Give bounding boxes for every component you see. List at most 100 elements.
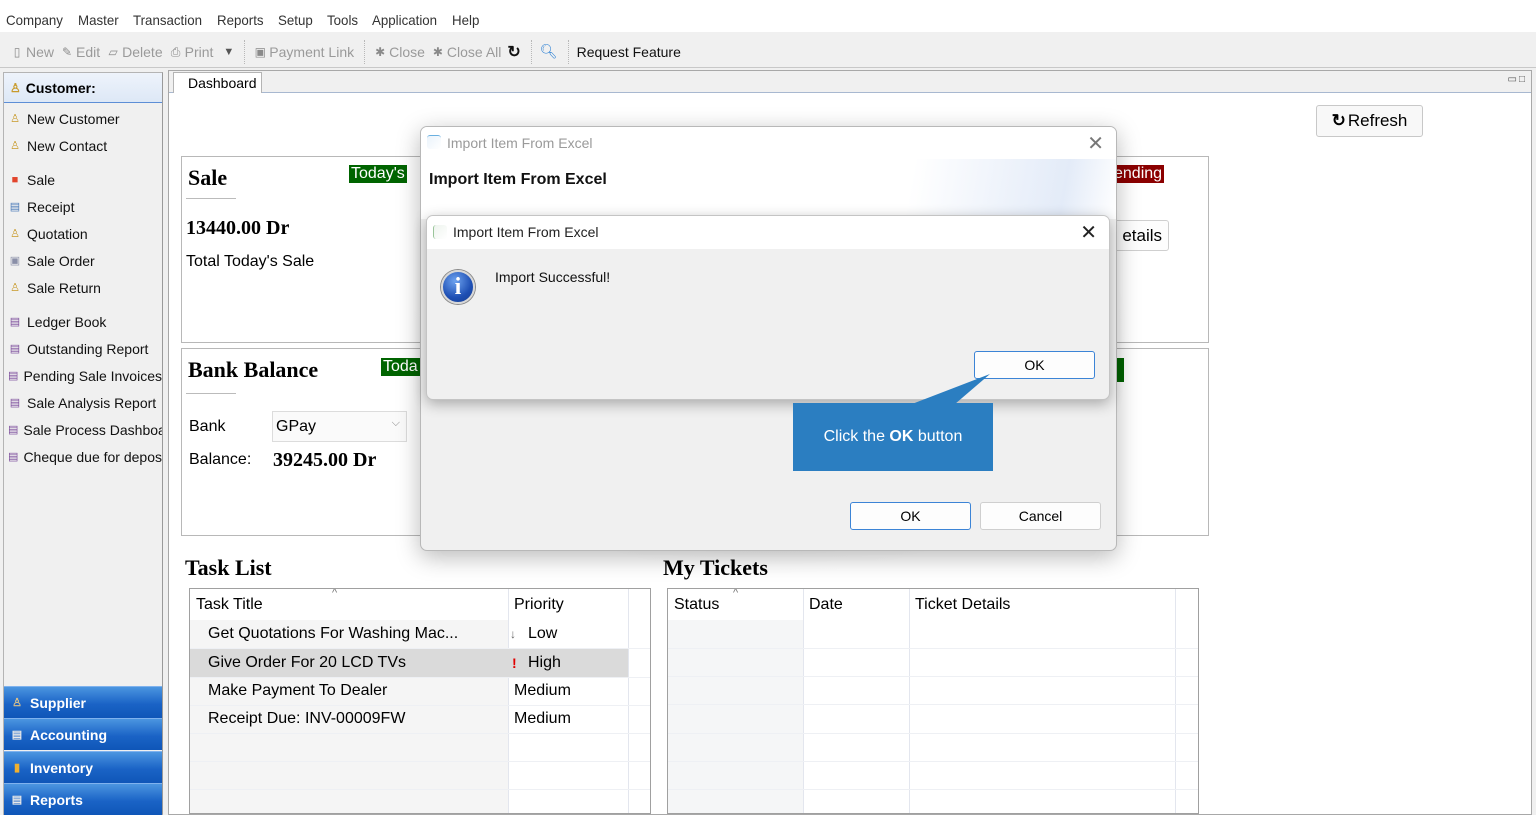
- edit-button[interactable]: ✎ Edit: [60, 44, 100, 60]
- sidebar-section-accounting[interactable]: ▤ Accounting: [4, 718, 162, 750]
- dialog-cancel-button[interactable]: Cancel: [980, 502, 1101, 530]
- task-row[interactable]: Make Payment To Dealer Medium: [190, 677, 650, 705]
- toolbar: ▯ New ✎ Edit ▱ Delete ⎙ Print ▼ ▣ Payment Lin…: [0, 36, 1536, 68]
- sidebar-item-receipt[interactable]: ▤ Receipt: [4, 193, 162, 220]
- sidebar-item-sale-return[interactable]: ♙ Sale Return: [4, 274, 162, 301]
- print-dropdown[interactable]: ▼: [223, 46, 234, 58]
- row-divider: [190, 789, 650, 790]
- delete-button[interactable]: ▱ Delete: [106, 44, 163, 60]
- menu-setup[interactable]: Setup: [278, 12, 313, 28]
- inventory-icon: ▮: [13, 762, 21, 774]
- request-feature-button[interactable]: Request Feature: [577, 44, 681, 60]
- menu-reports[interactable]: Reports: [217, 12, 264, 28]
- menu-transaction[interactable]: Transaction: [133, 12, 202, 28]
- sidebar-item-sale-order[interactable]: ▣ Sale Order: [4, 247, 162, 274]
- edit-icon: ✎: [61, 44, 73, 59]
- sidebar-item-ledger-book[interactable]: ▤ Ledger Book: [4, 308, 162, 335]
- refresh-icon: ↻: [1331, 111, 1346, 130]
- report-icon: ▤: [9, 343, 21, 355]
- sidebar-item-outstanding-report[interactable]: ▤ Outstanding Report: [4, 335, 162, 362]
- message-ok-button[interactable]: OK: [974, 351, 1095, 379]
- sidebar-section-reports[interactable]: ▤ Reports: [4, 783, 162, 815]
- refresh-icon: ↻: [507, 43, 521, 61]
- column-divider: [803, 589, 804, 813]
- payment-link-icon: ▣: [254, 44, 266, 59]
- tab-dashboard[interactable]: Dashboard: [173, 72, 262, 93]
- maximize-icon[interactable]: □: [1519, 74, 1527, 85]
- payment-link-button[interactable]: ▣ Payment Link: [253, 44, 355, 60]
- column-header-priority[interactable]: Priority: [508, 589, 628, 620]
- sidebar: ♙ Customer: ♙ New Customer ♙ New Contact ■…: [3, 72, 163, 815]
- menu-bar: Company Master Transaction Reports Setup…: [0, 8, 1536, 32]
- column-header-ticket-details[interactable]: Ticket Details: [909, 589, 1175, 620]
- message-text: Import Successful!: [495, 269, 611, 285]
- tickets-grid: Status ^ Date Ticket Details: [667, 588, 1199, 814]
- sidebar-item-new-contact[interactable]: ♙ New Contact: [4, 132, 162, 159]
- close-window-icon: ✱: [375, 44, 386, 59]
- customer-icon: ♙: [10, 80, 21, 95]
- sidebar-item-new-customer[interactable]: ♙ New Customer: [4, 105, 162, 132]
- customer-icon: ♙: [10, 113, 20, 125]
- sidebar-header-customer[interactable]: ♙ Customer:: [4, 73, 162, 103]
- close-all-button[interactable]: ✱ Close All: [431, 44, 502, 60]
- column-divider: [1175, 589, 1176, 813]
- search-button[interactable]: 🔍︎: [540, 43, 558, 60]
- minimize-icon[interactable]: ▭: [1508, 74, 1519, 85]
- sidebar-item-quotation[interactable]: ♙ Quotation: [4, 220, 162, 247]
- close-icon[interactable]: ✕: [1080, 220, 1097, 245]
- row-divider: [668, 789, 1198, 790]
- sidebar-item-sale-analysis-report[interactable]: ▤ Sale Analysis Report: [4, 389, 162, 416]
- menu-company[interactable]: Company: [6, 12, 63, 28]
- search-icon: 🔍︎: [539, 43, 558, 59]
- bank-badge-fragment: [1117, 358, 1124, 382]
- quotation-icon: ♙: [10, 228, 20, 240]
- column-header-task-title[interactable]: Task Title: [190, 589, 508, 620]
- sidebar-item-sale[interactable]: ■ Sale: [4, 166, 162, 193]
- menu-application[interactable]: Application: [372, 12, 437, 28]
- close-icon[interactable]: ✕: [1087, 131, 1104, 156]
- task-row-selected[interactable]: Give Order For 20 LCD TVs ! High: [190, 649, 628, 677]
- task-row[interactable]: Receipt Due: INV-00009FW Medium: [190, 705, 650, 733]
- new-document-icon: ▯: [13, 44, 21, 59]
- print-button[interactable]: ⎙ Print: [169, 44, 214, 60]
- menu-master[interactable]: Master: [78, 12, 119, 28]
- column-divider: [909, 589, 910, 813]
- delete-icon: ▱: [108, 44, 118, 59]
- tab-strip: Dashboard ▭□: [169, 71, 1531, 93]
- sidebar-item-pending-sale-invoices[interactable]: ▤ Pending Sale Invoices: [4, 362, 162, 389]
- menu-help[interactable]: Help: [452, 12, 479, 28]
- sort-ascending-icon: ^: [733, 588, 739, 599]
- reports-icon: ▤: [11, 794, 23, 806]
- menu-tools[interactable]: Tools: [327, 12, 358, 28]
- dialog-header: [421, 159, 1116, 219]
- sidebar-section-inventory[interactable]: ▮ Inventory: [4, 751, 162, 783]
- row-divider: [668, 733, 1198, 734]
- dialog-ok-button[interactable]: OK: [850, 502, 971, 530]
- sort-ascending-icon: ^: [332, 588, 338, 599]
- app-icon: [427, 135, 441, 149]
- refresh-button[interactable]: ↻ Refresh: [1316, 105, 1423, 137]
- sidebar-item-sale-process-dashboard[interactable]: ▤ Sale Process Dashboa: [4, 416, 162, 443]
- reload-button[interactable]: ↻: [507, 42, 520, 62]
- toolbar-separator: [530, 39, 532, 64]
- bank-label: Bank: [189, 418, 226, 435]
- toolbar-separator: [567, 39, 569, 64]
- close-button[interactable]: ✱ Close: [373, 44, 425, 60]
- row-divider: [668, 761, 1198, 762]
- report-icon: ▤: [8, 451, 19, 463]
- bank-select[interactable]: GPay ⌵: [272, 411, 407, 442]
- sidebar-section-supplier[interactable]: ♙ Supplier: [4, 686, 162, 718]
- divider: [186, 198, 236, 199]
- dialog-title: Import Item From Excel: [447, 135, 593, 151]
- task-list-grid: Task Title ^ Priority Get Quotations For…: [189, 588, 651, 814]
- row-divider: [668, 648, 1198, 649]
- sale-title: Sale: [188, 165, 228, 190]
- dropdown-arrow-icon: ▼: [223, 45, 235, 58]
- sidebar-item-cheque-due[interactable]: ▤ Cheque due for depos: [4, 443, 162, 470]
- report-icon: ▤: [9, 316, 21, 328]
- row-divider: [668, 676, 1198, 677]
- information-icon: i: [441, 270, 475, 304]
- column-header-date[interactable]: Date: [803, 589, 909, 620]
- new-button[interactable]: ▯ New: [10, 44, 54, 60]
- task-row[interactable]: Get Quotations For Washing Mac... ↓ Low: [190, 620, 650, 648]
